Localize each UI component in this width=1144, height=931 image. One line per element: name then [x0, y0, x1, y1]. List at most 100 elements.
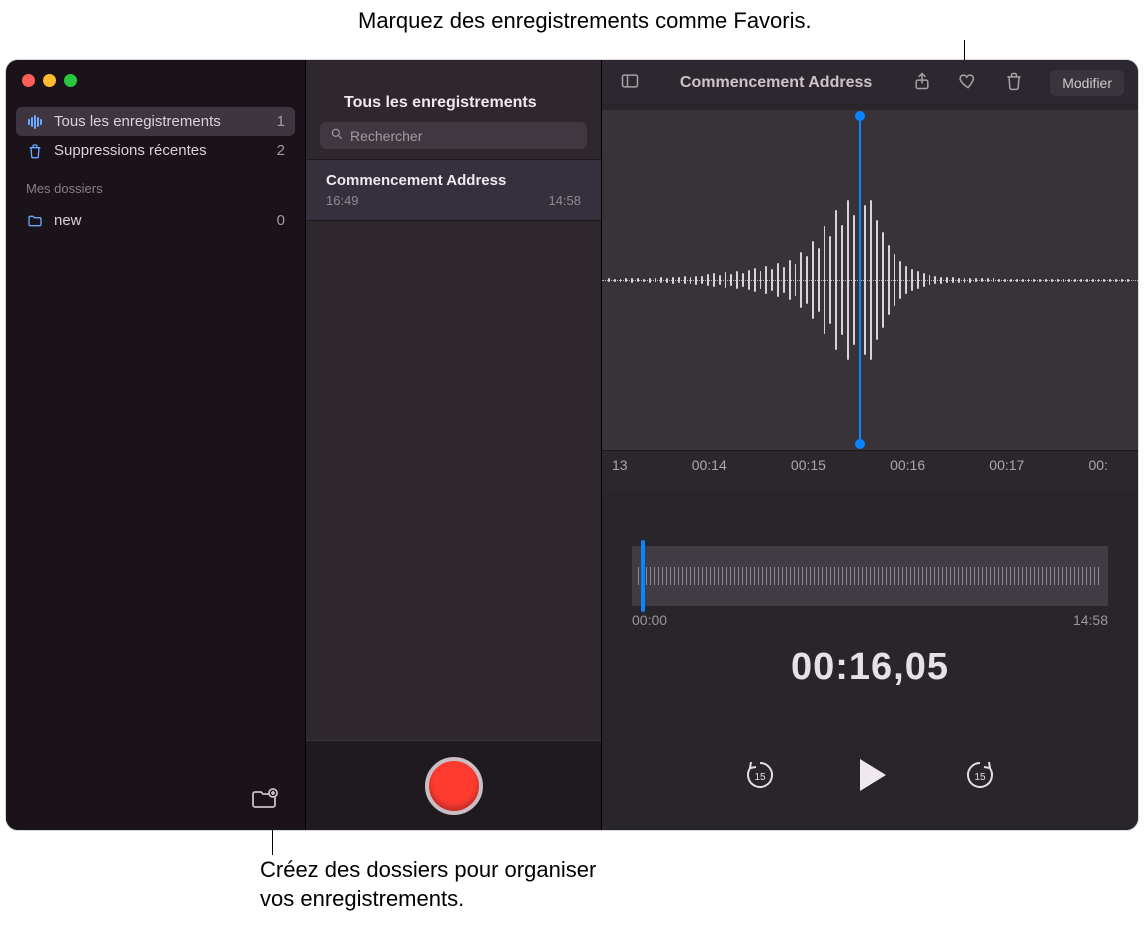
share-icon [912, 71, 932, 96]
record-button[interactable] [425, 757, 483, 815]
waveform-bar [835, 210, 837, 350]
ruler-tick: 00:16 [890, 457, 925, 490]
waveform-bars [602, 110, 1138, 450]
sidebar-item-all-recordings[interactable]: Tous les enregistrements 1 [16, 107, 295, 136]
annotation-top: Marquez des enregistrements comme Favori… [358, 8, 812, 34]
sidebar-item-count: 0 [277, 212, 285, 229]
ruler-tick: 13 [612, 457, 628, 490]
waveform-view[interactable] [602, 110, 1138, 450]
waveform-bar [1074, 279, 1076, 282]
waveform-bar [894, 254, 896, 306]
toggle-sidebar-button[interactable] [620, 71, 640, 96]
waveform-bar [1033, 279, 1035, 282]
waveform-bar [783, 267, 785, 293]
waveform-bar [929, 275, 931, 285]
waveform-bar [882, 232, 884, 328]
waveform-bar [1080, 279, 1082, 282]
edit-button[interactable]: Modifier [1050, 70, 1124, 96]
search-icon [330, 127, 344, 144]
svg-text:15: 15 [754, 772, 766, 783]
sidebar-item-recently-deleted[interactable]: Suppressions récentes 2 [16, 136, 295, 165]
waveform-bar [934, 276, 936, 284]
ruler-tick: 00: [1088, 457, 1107, 490]
playhead[interactable] [859, 116, 861, 444]
search-input[interactable]: Rechercher [320, 122, 587, 149]
waveform-bar [998, 279, 1000, 282]
delete-button[interactable] [1004, 71, 1024, 96]
sidebar-toggle-icon [620, 71, 640, 96]
current-time-display: 00:16,05 [602, 646, 1138, 689]
recording-duration: 14:58 [548, 193, 581, 208]
waveform-bar [1028, 279, 1030, 282]
toolbar-actions: Modifier [912, 70, 1124, 96]
sidebar-item-folder-new[interactable]: new 0 [16, 206, 295, 235]
waveform-bar [719, 275, 721, 285]
window-controls [6, 60, 305, 101]
waveform-bar [795, 264, 797, 296]
fullscreen-window-button[interactable] [64, 74, 77, 87]
recording-detail: Commencement Address Modif [602, 60, 1138, 830]
waveform-bar [701, 276, 703, 284]
waveform-bar [1115, 279, 1117, 282]
trash-icon [26, 143, 44, 159]
waveform-bar [824, 226, 826, 334]
waveform-bar [1127, 279, 1129, 282]
waveform-bar [899, 261, 901, 299]
waveform-bar [754, 268, 756, 292]
waveform-bar [1086, 279, 1088, 282]
record-panel [306, 740, 601, 830]
recording-list-item[interactable]: Commencement Address 16:49 14:58 [306, 159, 601, 221]
waveform-bar [695, 276, 697, 285]
waveform-bar [964, 278, 966, 283]
waveform-bar [1045, 279, 1047, 282]
skip-back-15-button[interactable]: 15 [742, 757, 778, 798]
close-window-button[interactable] [22, 74, 35, 87]
waveform-bar [1039, 279, 1041, 282]
overview-start-time: 00:00 [632, 612, 667, 628]
waveform-bar [1103, 279, 1105, 282]
sidebar-heading-my-folders: Mes dossiers [6, 171, 305, 200]
waveform-bar [690, 277, 692, 284]
overview-scrubber[interactable] [632, 546, 1108, 606]
waveform-bar [1092, 279, 1094, 282]
waveform-bar [660, 277, 662, 283]
recording-title: Commencement Address [326, 172, 581, 189]
waveform-bar [789, 260, 791, 300]
overview-time-labels: 00:00 14:58 [632, 612, 1108, 628]
new-folder-button[interactable] [251, 787, 279, 816]
waveform-bar [993, 278, 995, 282]
waveform-bar [952, 277, 954, 283]
waveform-bar [1121, 279, 1123, 282]
waveform-bar [1063, 279, 1065, 282]
share-button[interactable] [912, 71, 932, 96]
waveform-bar [812, 241, 814, 319]
sidebar-user-folders: new 0 [6, 200, 305, 241]
waveform-bar [829, 236, 831, 324]
waveform-bar [981, 278, 983, 282]
waveform-bar [1068, 279, 1070, 282]
waveform-bar [987, 278, 989, 282]
waveform-bar [684, 276, 686, 284]
waveform-bar [1051, 279, 1053, 282]
waveform-icon [26, 115, 44, 129]
waveform-bar [876, 220, 878, 340]
minimize-window-button[interactable] [43, 74, 56, 87]
waveform-bar [841, 225, 843, 335]
play-button[interactable] [848, 753, 892, 802]
waveform-bar [631, 278, 633, 283]
play-icon [848, 784, 892, 801]
recordings-list-title: Tous les enregistrements [306, 60, 601, 118]
svg-text:15: 15 [974, 772, 986, 783]
favorite-button[interactable] [958, 71, 978, 96]
overview-waveform [638, 567, 1102, 585]
overview-playhead[interactable] [641, 540, 645, 612]
transport-controls: 15 15 [602, 753, 1138, 802]
waveform-bar [911, 269, 913, 291]
waveform-bar [888, 245, 890, 315]
sidebar-item-count: 2 [277, 142, 285, 159]
waveform-bar [725, 272, 727, 288]
waveform-bar [1057, 279, 1059, 282]
waveform-bar [1109, 279, 1111, 282]
skip-forward-15-button[interactable]: 15 [962, 757, 998, 798]
waveform-bar [958, 278, 960, 283]
